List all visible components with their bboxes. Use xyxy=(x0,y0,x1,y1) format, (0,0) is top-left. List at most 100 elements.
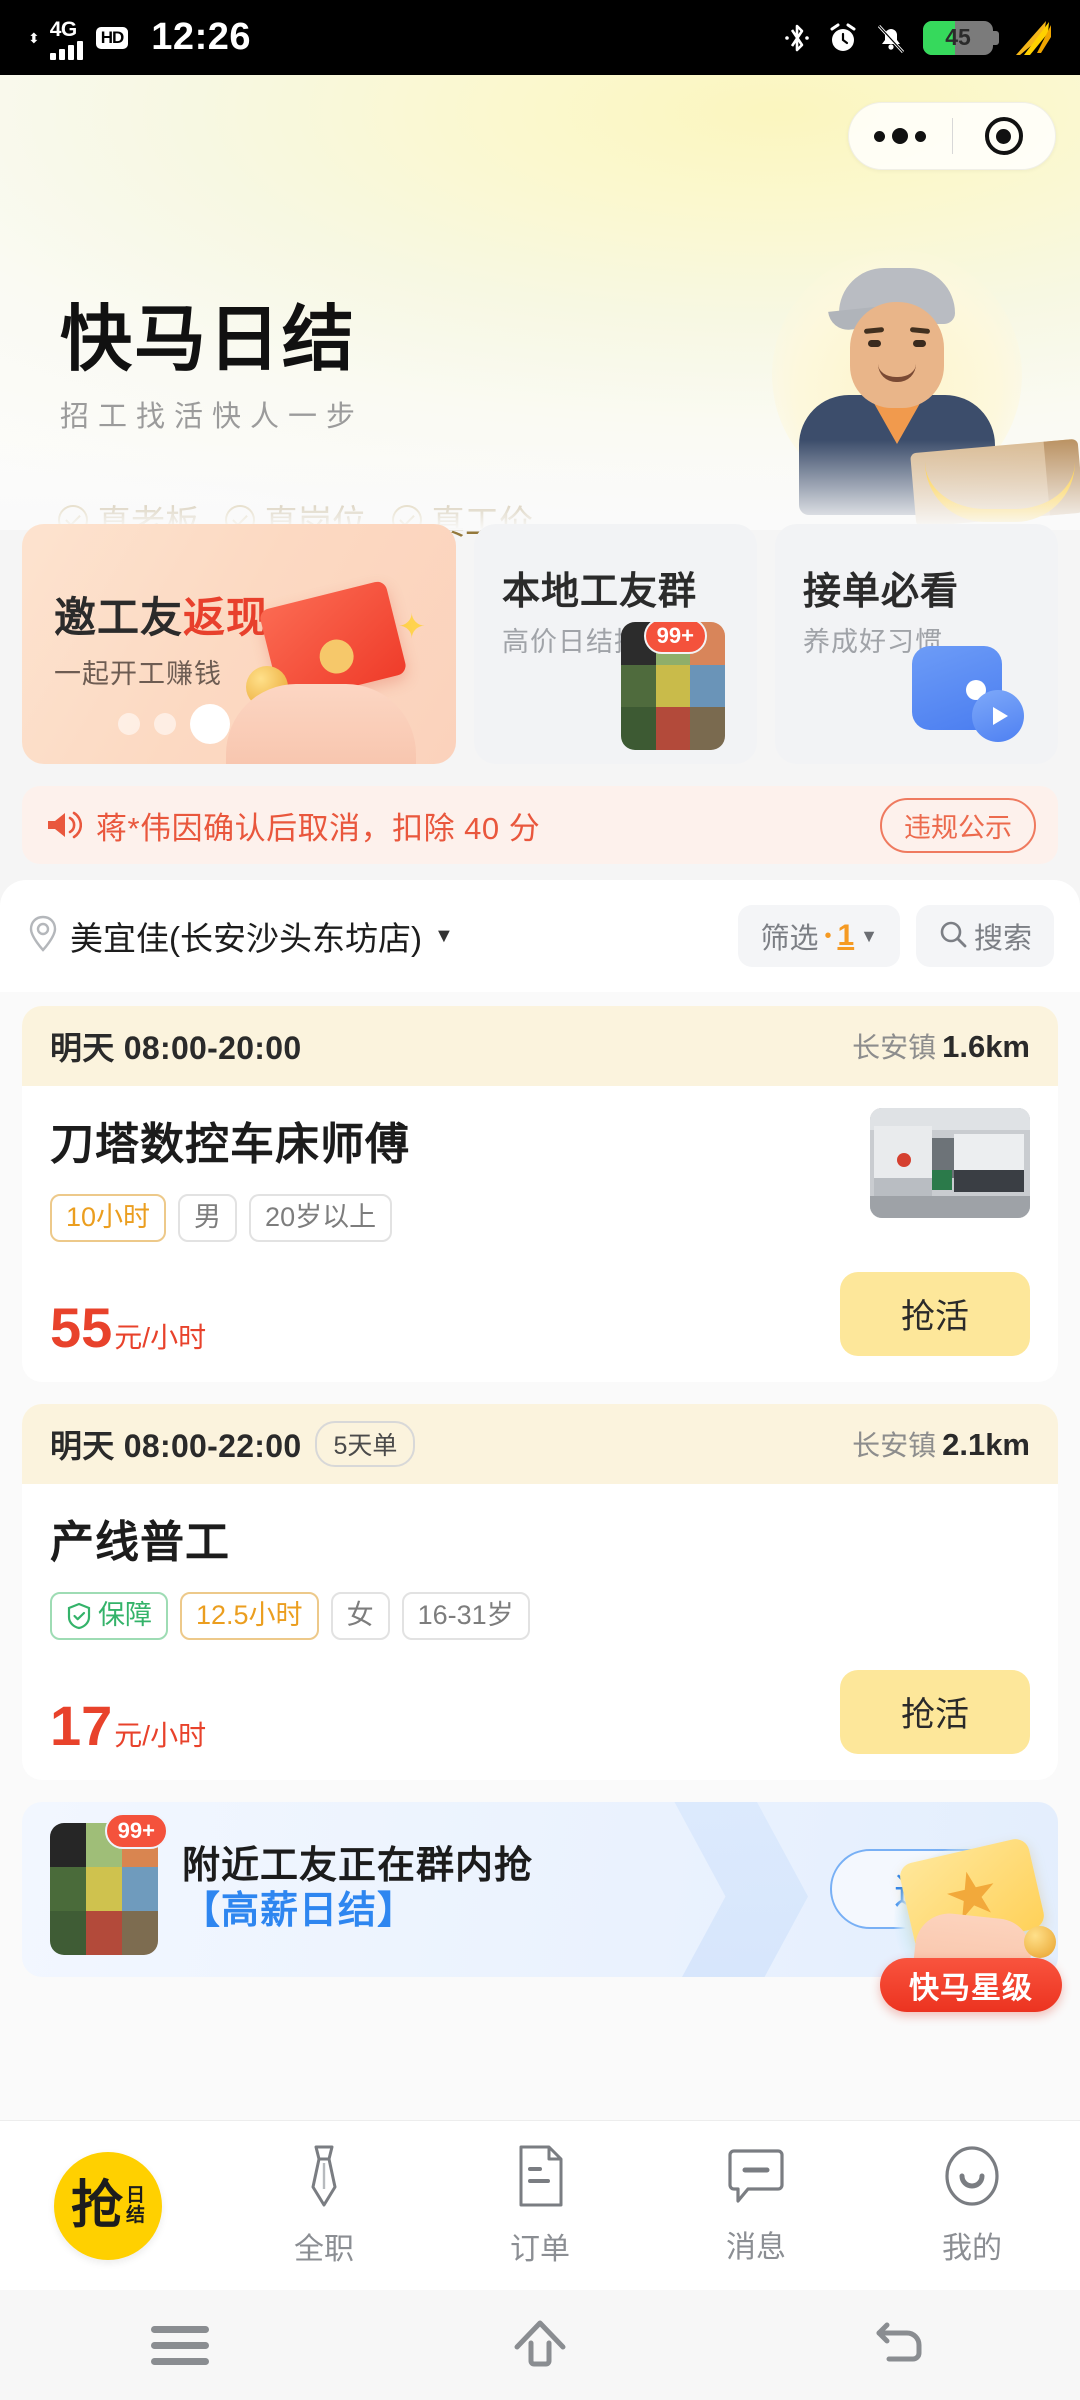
job-thumbnail xyxy=(870,1108,1030,1218)
location-label: 美宜佳(长安沙头东坊店) xyxy=(70,920,422,957)
tab-label: 消息 xyxy=(726,2231,786,2264)
group-avatar-grid: 99+ xyxy=(621,622,725,750)
promo-title: 接单必看 xyxy=(803,571,960,613)
job-price-value: 55 xyxy=(50,1295,113,1359)
group-avatar-grid: 99+ xyxy=(50,1813,168,1955)
chevron-down-icon: ▼ xyxy=(860,925,878,946)
bottom-tab-bar: 抢 日 结 全职 订单 消息 我的 xyxy=(0,2120,1080,2290)
tab-messages[interactable]: 消息 xyxy=(648,2145,864,2266)
chevron-down-icon: ▼ xyxy=(433,924,454,947)
network-indicator: 4G xyxy=(49,16,83,60)
more-menu-icon[interactable] xyxy=(849,128,952,144)
job-tag: 20岁以上 xyxy=(249,1194,393,1242)
search-label: 搜索 xyxy=(973,923,1032,955)
status-bar-left: ⬍ 4G HD 12:26 xyxy=(28,16,251,60)
status-bar: ⬍ 4G HD 12:26 45 xyxy=(0,0,1080,75)
signal-bars-icon xyxy=(49,38,83,60)
app-header: 快马日结 招工找活快人一步 真老板 真岗位 真工价 xyxy=(0,75,1080,542)
status-bar-right: 45 xyxy=(784,19,1052,57)
logo-sub-top: 日 xyxy=(126,2184,146,2206)
unread-badge: 99+ xyxy=(104,1813,168,1849)
job-title: 产线普工 xyxy=(50,1517,230,1567)
worker-illustration xyxy=(772,250,1080,528)
recents-icon xyxy=(151,2325,209,2365)
job-price-unit: 元/小时 xyxy=(114,1719,207,1751)
filter-count: 1 xyxy=(837,919,855,952)
wallet-play-icon xyxy=(912,646,1024,742)
promo-card-invite[interactable]: 邀工友返现 一起开工赚钱 ✦ xyxy=(22,524,456,764)
page-subtitle: 招工找活快人一步 xyxy=(60,401,365,433)
job-price-row: 55元/小时 抢活 xyxy=(50,1271,1030,1356)
network-type-label: 4G xyxy=(49,17,78,41)
job-price: 55元/小时 xyxy=(50,1299,206,1356)
job-time: 明天 08:00-20:00 xyxy=(50,1030,302,1066)
filter-bar: 美宜佳(长安沙头东坊店) ▼ 筛选 • 1 ▼ 搜索 xyxy=(0,880,1080,992)
job-tag-guarantee: 保障 xyxy=(50,1591,168,1640)
violation-notice-button[interactable]: 违规公示 xyxy=(880,797,1036,853)
job-region: 长安镇 xyxy=(852,1032,937,1063)
coin-icon xyxy=(1024,1926,1056,1958)
miniprogram-capsule[interactable] xyxy=(848,102,1056,170)
flash-icon xyxy=(1010,19,1052,57)
job-tag: 12.5小时 xyxy=(180,1591,319,1640)
decorative-chevron xyxy=(658,1801,808,1977)
job-card-body: 刀塔数控车床师傅 10小时 男 20岁以上 55元/小时 抢活 xyxy=(22,1086,1058,1382)
job-tag: 10小时 xyxy=(50,1194,167,1242)
job-tag: 16-31岁 xyxy=(401,1591,530,1640)
job-price-value: 17 xyxy=(50,1693,113,1757)
job-card[interactable]: 明天 08:00-22:00 5天单 长安镇 2.1km 产线普工 保障 12.5… xyxy=(22,1403,1058,1780)
carousel-dots[interactable] xyxy=(118,704,230,744)
filter-label: 筛选 xyxy=(760,923,819,955)
megaphone-icon xyxy=(44,808,82,842)
promo-title: 本地工友群 xyxy=(502,571,698,613)
job-tag-label: 保障 xyxy=(98,1599,152,1630)
location-selector[interactable]: 美宜佳(长安沙头东坊店) ▼ xyxy=(26,912,454,960)
brand-block: 快马日结 招工找活快人一步 xyxy=(60,303,364,435)
tab-fulltime[interactable]: 全职 xyxy=(216,2143,432,2268)
promo-card-local-group[interactable]: 本地工友群 高价日结推荐 99+ xyxy=(474,524,757,764)
search-button[interactable]: 搜索 xyxy=(915,905,1054,967)
tie-icon xyxy=(296,2143,352,2214)
logo-main-char: 抢 xyxy=(70,2175,123,2236)
promo-card-order-guide[interactable]: 接单必看 养成好习惯 xyxy=(775,524,1058,764)
android-nav-bar xyxy=(0,2290,1080,2400)
job-list: 明天 08:00-20:00 长安镇 1.6km 刀塔数控车床师傅 10小时 男 … xyxy=(0,992,1080,1977)
location-pin-icon xyxy=(26,914,60,959)
promo-subtitle: 一起开工赚钱 xyxy=(54,659,222,689)
job-time: 明天 08:00-22:00 xyxy=(50,1427,302,1464)
back-icon xyxy=(871,2315,929,2376)
promo-card-row: 邀工友返现 一起开工赚钱 ✦ 本地工友群 高价日结推荐 99+ 接单必看 养成好… xyxy=(22,524,1058,764)
grab-job-button[interactable]: 抢活 xyxy=(840,1271,1030,1356)
tab-label: 订单 xyxy=(510,2233,570,2266)
data-updown-icon: ⬍ xyxy=(28,29,40,46)
battery-icon: 45 xyxy=(923,20,999,55)
nav-home-button[interactable] xyxy=(360,2315,720,2376)
job-location: 长安镇 2.1km xyxy=(852,1424,1030,1464)
sticker-label: 快马星级 xyxy=(880,1958,1062,2012)
star-rating-sticker[interactable]: ★ 快马星级 xyxy=(870,1830,1070,2030)
tab-orders[interactable]: 订单 xyxy=(432,2143,648,2268)
chat-icon xyxy=(726,2145,786,2212)
close-icon[interactable] xyxy=(953,117,1056,155)
hand-illustration xyxy=(226,684,416,764)
filter-button[interactable]: 筛选 • 1 ▼ xyxy=(738,905,900,967)
tab-daily-jobs[interactable]: 抢 日 结 xyxy=(0,2151,216,2260)
job-tag: 男 xyxy=(178,1194,238,1242)
group-banner-text: 附近工友正在群内抢 【高薪日结】 xyxy=(182,1844,533,1934)
job-distance: 1.6km xyxy=(942,1029,1030,1064)
alarm-icon xyxy=(827,22,859,54)
job-card[interactable]: 明天 08:00-20:00 长安镇 1.6km 刀塔数控车床师傅 10小时 男 … xyxy=(22,1006,1058,1382)
nav-back-button[interactable] xyxy=(720,2315,1080,2376)
nav-recents-button[interactable] xyxy=(0,2325,360,2365)
shield-check-icon xyxy=(66,1602,92,1630)
logo-sub-bottom: 结 xyxy=(126,2204,146,2226)
tab-profile[interactable]: 我的 xyxy=(864,2144,1080,2267)
announcement-bar[interactable]: 蒋*伟因确认后取消，扣除 40 分 违规公示 xyxy=(22,786,1058,864)
filter-dot-icon: • xyxy=(824,924,832,947)
job-distance: 2.1km xyxy=(942,1426,1030,1462)
job-card-header: 明天 08:00-20:00 长安镇 1.6km xyxy=(22,1006,1058,1086)
group-banner-line1: 附近工友正在群内抢 xyxy=(182,1845,534,1888)
grab-job-button[interactable]: 抢活 xyxy=(840,1669,1030,1754)
announcement-text: 蒋*伟因确认后取消，扣除 40 分 xyxy=(96,810,541,846)
logo-sub-chars: 日 结 xyxy=(126,2184,146,2226)
